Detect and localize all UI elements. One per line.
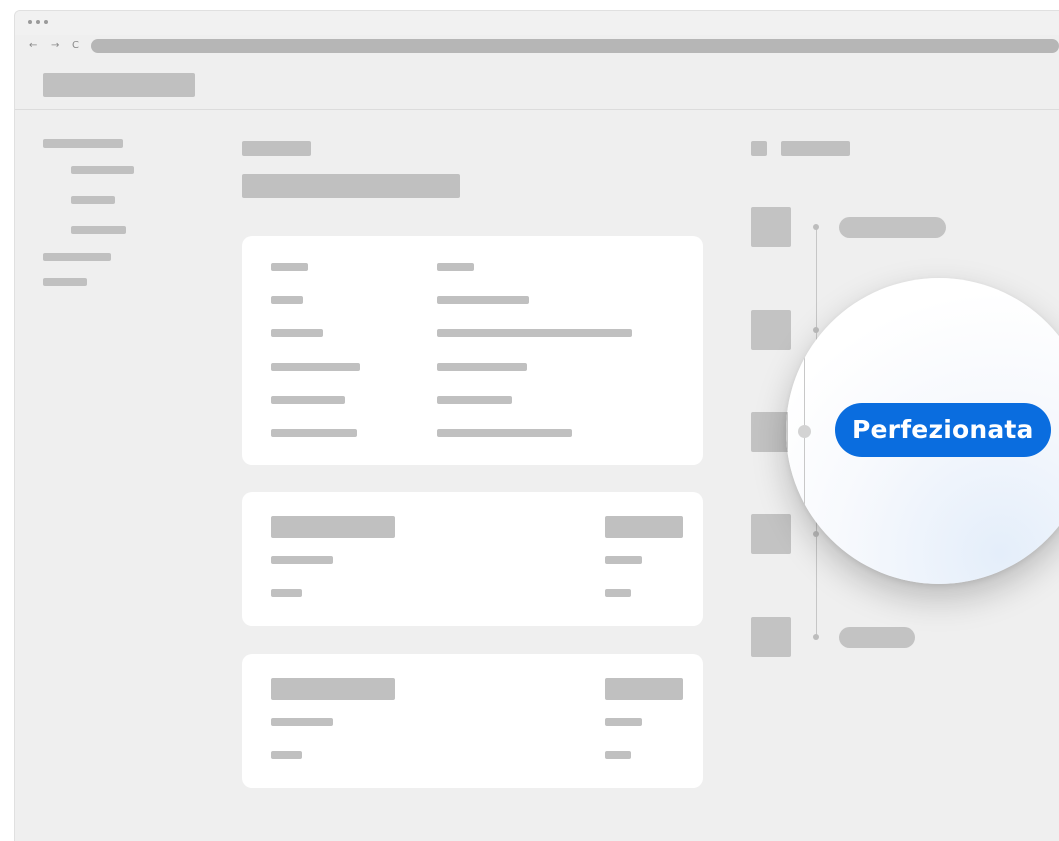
- field-label: [271, 396, 345, 404]
- item-detail: [271, 718, 333, 726]
- timeline-step-icon: [751, 617, 791, 657]
- sidebar-subitem[interactable]: [71, 166, 134, 174]
- item-amount-placeholder: [605, 516, 683, 538]
- item-card: [242, 654, 703, 788]
- item-detail-value: [605, 556, 642, 564]
- sidebar-item[interactable]: [43, 253, 111, 261]
- window-close-dot[interactable]: [28, 20, 32, 24]
- timeline-step-icon: [751, 310, 791, 350]
- item-detail-value: [605, 589, 631, 597]
- timeline-step-icon-zoomed: [786, 412, 788, 452]
- item-title-placeholder: [271, 678, 395, 700]
- timeline-step-label: [839, 217, 946, 238]
- sidebar-subitem[interactable]: [71, 226, 126, 234]
- detail-card: [242, 236, 703, 465]
- status-badge: Perfezionata: [835, 403, 1051, 457]
- timeline-step-icon: [751, 207, 791, 247]
- address-row: ← → C: [15, 35, 1059, 59]
- timeline-dot: [813, 634, 819, 640]
- window-zoom-dot[interactable]: [44, 20, 48, 24]
- timeline-header-title: [781, 141, 850, 156]
- item-detail-value: [605, 718, 642, 726]
- breadcrumb-placeholder[interactable]: [242, 141, 311, 156]
- timeline-dot: [813, 327, 819, 333]
- sidebar-item[interactable]: [43, 278, 87, 286]
- timeline-step-icon: [751, 412, 791, 452]
- field-value: [437, 363, 527, 371]
- item-detail: [271, 589, 302, 597]
- field-value: [437, 329, 632, 337]
- field-label: [271, 363, 360, 371]
- site-logo-placeholder[interactable]: [43, 73, 195, 97]
- item-title-placeholder: [271, 516, 395, 538]
- back-arrow-icon[interactable]: ←: [29, 38, 37, 54]
- sidebar-item[interactable]: [43, 139, 123, 148]
- url-bar[interactable]: [91, 39, 1059, 53]
- field-value: [437, 296, 529, 304]
- reload-icon[interactable]: C: [72, 38, 79, 54]
- timeline-dot: [813, 531, 819, 537]
- field-value: [437, 263, 474, 271]
- window-titlebar: [15, 11, 1059, 35]
- field-label: [271, 296, 303, 304]
- field-value: [437, 429, 572, 437]
- timeline-dot-active: [798, 425, 811, 438]
- item-detail-value: [605, 751, 631, 759]
- header-divider: [15, 109, 1059, 110]
- timeline-step-label: [839, 627, 915, 648]
- forward-arrow-icon[interactable]: →: [51, 38, 59, 54]
- sidebar-subitem[interactable]: [71, 196, 115, 204]
- timeline-step-icon: [751, 514, 791, 554]
- window-minimize-dot[interactable]: [36, 20, 40, 24]
- field-label: [271, 429, 357, 437]
- timeline-dot: [813, 224, 819, 230]
- page-title-placeholder: [242, 174, 460, 198]
- item-detail: [271, 751, 302, 759]
- field-label: [271, 329, 323, 337]
- item-card: [242, 492, 703, 626]
- timeline-header-icon: [751, 141, 767, 156]
- field-label: [271, 263, 308, 271]
- field-value: [437, 396, 512, 404]
- item-detail: [271, 556, 333, 564]
- item-amount-placeholder: [605, 678, 683, 700]
